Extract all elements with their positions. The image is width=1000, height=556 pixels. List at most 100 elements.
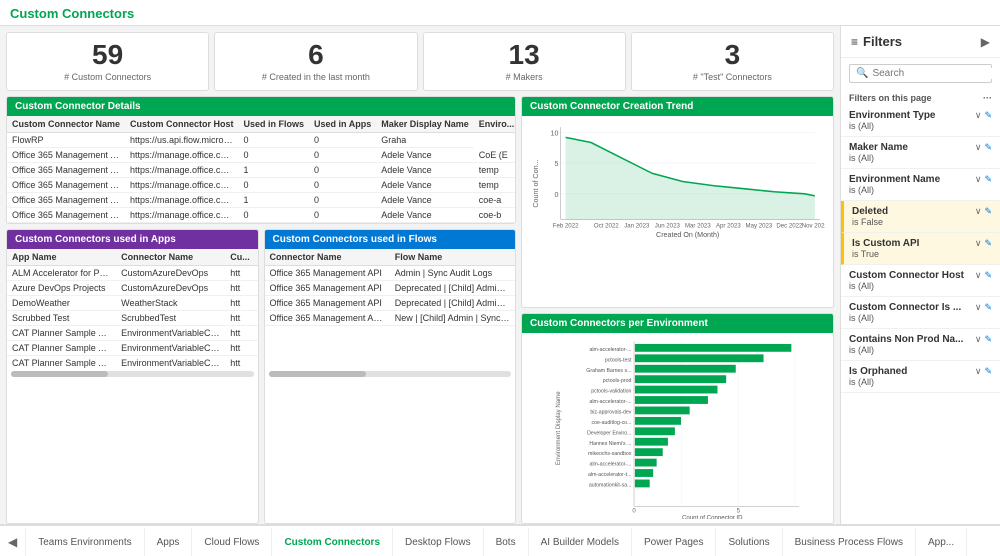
svg-text:5: 5 <box>555 160 559 168</box>
svg-text:pctools-prod: pctools-prod <box>603 378 632 384</box>
filter-edit-icon[interactable]: ✎ <box>984 366 992 377</box>
filter-item-value: is False <box>852 217 992 227</box>
card-number: 6 <box>308 41 324 69</box>
filter-chevron-icon[interactable]: ∨ <box>975 270 982 281</box>
per-environment-header: Custom Connectors per Environment <box>522 314 833 333</box>
table-row[interactable]: Office 365 Management APIhttps://manage.… <box>7 163 515 178</box>
filter-edit-icon[interactable]: ✎ <box>984 334 992 345</box>
used-in-apps-table: App Name Connector Name Cu... ALM Accele… <box>7 249 258 369</box>
svg-text:Dec 2022: Dec 2022 <box>776 223 803 230</box>
used-in-apps-table-wrapper[interactable]: App Name Connector Name Cu... ALM Accele… <box>7 249 258 369</box>
table-row[interactable]: Azure DevOps ProjectsCustomAzureDevOpsht… <box>7 281 258 296</box>
filter-item-name: Custom Connector Host <box>849 270 964 281</box>
tab-custom-connectors[interactable]: Custom Connectors <box>272 528 393 556</box>
filter-item[interactable]: Environment Type ∨ ✎ is (All) <box>841 105 1000 137</box>
tab-apps[interactable]: Apps <box>145 528 193 556</box>
filter-edit-icon[interactable]: ✎ <box>984 238 992 249</box>
table-row[interactable]: Office 365 Management API NewNew | [Chil… <box>265 311 516 326</box>
connector-details-table-wrapper[interactable]: Custom Connector Name Custom Connector H… <box>7 116 515 223</box>
table-row[interactable]: DemoWeatherWeatherStackhtt <box>7 296 258 311</box>
card-test-connectors: 3 # "Test" Connectors <box>631 32 834 91</box>
svg-text:Graham Barnes s...: Graham Barnes s... <box>586 367 631 373</box>
tab-app[interactable]: App... <box>916 528 967 556</box>
svg-text:Nov 2022: Nov 2022 <box>802 223 825 230</box>
filter-edit-icon[interactable]: ✎ <box>984 110 992 121</box>
horizontal-scrollbar[interactable] <box>11 371 254 377</box>
filter-chevron-icon[interactable]: ∨ <box>975 110 982 121</box>
card-makers: 13 # Makers <box>423 32 626 91</box>
table-row[interactable]: Office 365 Management API Newhttps://man… <box>7 193 515 208</box>
filter-chevron-icon[interactable]: ∨ <box>975 334 982 345</box>
svg-text:Feb 2022: Feb 2022 <box>553 223 579 230</box>
filter-item[interactable]: Contains Non Prod Na... ∨ ✎ is (All) <box>841 329 1000 361</box>
used-in-flows-table-wrapper[interactable]: Connector Name Flow Name Office 365 Mana… <box>265 249 516 369</box>
horizontal-scrollbar-flows[interactable] <box>269 371 512 377</box>
filters-header: ≡ Filters ▶ <box>841 26 1000 58</box>
table-row[interactable]: Office 365 Management APIDeprecated | [C… <box>265 281 516 296</box>
filters-search-box[interactable]: 🔍 <box>849 64 992 83</box>
table-row[interactable]: CAT Planner Sample AppEnvironmentVariabl… <box>7 341 258 356</box>
tab-ai-builder-models[interactable]: AI Builder Models <box>529 528 632 556</box>
filter-chevron-icon[interactable]: ∨ <box>975 366 982 377</box>
filter-item[interactable]: Is Custom API ∨ ✎ is True <box>841 233 1000 265</box>
filter-chevron-icon[interactable]: ∨ <box>975 302 982 313</box>
filters-sidebar: ≡ Filters ▶ 🔍 Filters on this page ··· E… <box>840 26 1000 524</box>
filters-search-input[interactable] <box>872 68 1000 79</box>
filter-item-value: is (All) <box>849 153 992 163</box>
filter-item[interactable]: Deleted ∨ ✎ is False <box>841 201 1000 233</box>
table-row[interactable]: Office 365 Management APIhttps://manage.… <box>7 178 515 193</box>
table-row[interactable]: Office 365 Management APIhttps://manage.… <box>7 148 515 163</box>
filter-edit-icon[interactable]: ✎ <box>984 174 992 185</box>
filter-item-value: is (All) <box>849 281 992 291</box>
table-row[interactable]: FlowRPhttps://us.api.flow.microsoft.c om… <box>7 133 515 148</box>
filters-expand-button[interactable]: ▶ <box>981 35 990 49</box>
svg-text:Count of Connector ID: Count of Connector ID <box>682 514 743 519</box>
filter-edit-icon[interactable]: ✎ <box>984 142 992 153</box>
tab-solutions[interactable]: Solutions <box>716 528 782 556</box>
svg-text:alm-accelerator-t...: alm-accelerator-t... <box>588 472 631 478</box>
table-row[interactable]: Office 365 Management APIAdmin | Sync Au… <box>265 266 516 281</box>
filters-more-options[interactable]: ··· <box>983 93 992 103</box>
filter-edit-icon[interactable]: ✎ <box>984 302 992 313</box>
tab-nav-back[interactable]: ◀ <box>0 528 26 556</box>
filter-chevron-icon[interactable]: ∨ <box>975 206 982 217</box>
filter-chevron-icon[interactable]: ∨ <box>975 174 982 185</box>
tab-business-process-flows[interactable]: Business Process Flows <box>783 528 916 556</box>
svg-text:Environment Display Name: Environment Display Name <box>555 390 562 464</box>
table-row[interactable]: ALM Accelerator for Power PlatformCustom… <box>7 266 258 281</box>
svg-text:coe-auditlog-co...: coe-auditlog-co... <box>592 419 632 425</box>
filter-items-list: Environment Type ∨ ✎ is (All) Maker Name… <box>841 105 1000 524</box>
connector-details-table: Custom Connector Name Custom Connector H… <box>7 116 515 223</box>
svg-text:Count of Con...: Count of Con... <box>532 159 540 207</box>
page-title: Custom Connectors <box>0 0 1000 26</box>
used-in-apps-header: Custom Connectors used in Apps <box>7 230 258 249</box>
col-cu: Cu... <box>225 249 257 266</box>
filter-item-name: Maker Name <box>849 142 908 153</box>
table-row[interactable]: Office 365 Management API Newhttps://man… <box>7 208 515 223</box>
table-row[interactable]: Scrubbed TestScrubbedTesthtt <box>7 311 258 326</box>
tab-desktop-flows[interactable]: Desktop Flows <box>393 528 484 556</box>
summary-cards: 59 # Custom Connectors 6 # Created in th… <box>6 32 834 91</box>
filter-edit-icon[interactable]: ✎ <box>984 206 992 217</box>
table-row[interactable]: CAT Planner Sample AppEnvironmentVariabl… <box>7 356 258 370</box>
filter-chevron-icon[interactable]: ∨ <box>975 238 982 249</box>
filter-chevron-icon[interactable]: ∨ <box>975 142 982 153</box>
svg-text:Hannes Niemi's ...: Hannes Niemi's ... <box>589 440 631 446</box>
tab-cloud-flows[interactable]: Cloud Flows <box>192 528 272 556</box>
creation-trend-header: Custom Connector Creation Trend <box>522 97 833 116</box>
filter-item[interactable]: Custom Connector Host ∨ ✎ is (All) <box>841 265 1000 297</box>
filter-item[interactable]: Environment Name ∨ ✎ is (All) <box>841 169 1000 201</box>
tab-power-pages[interactable]: Power Pages <box>632 528 716 556</box>
table-row[interactable]: Office 365 Management APIDeprecated | [C… <box>265 296 516 311</box>
filter-item[interactable]: Is Orphaned ∨ ✎ is (All) <box>841 361 1000 393</box>
filter-edit-icon[interactable]: ✎ <box>984 270 992 281</box>
connector-details-panel: Custom Connector Details Custom Connecto… <box>6 96 516 224</box>
filter-item-value: is (All) <box>849 313 992 323</box>
table-row[interactable]: CAT Planner Sample AppEnvironmentVariabl… <box>7 326 258 341</box>
filter-item[interactable]: Custom Connector Is ... ∨ ✎ is (All) <box>841 297 1000 329</box>
svg-text:Jun 2023: Jun 2023 <box>655 223 681 230</box>
card-custom-connectors: 59 # Custom Connectors <box>6 32 209 91</box>
filter-item[interactable]: Maker Name ∨ ✎ is (All) <box>841 137 1000 169</box>
tab-bots[interactable]: Bots <box>484 528 529 556</box>
tab-teams-environments[interactable]: Teams Environments <box>26 528 144 556</box>
